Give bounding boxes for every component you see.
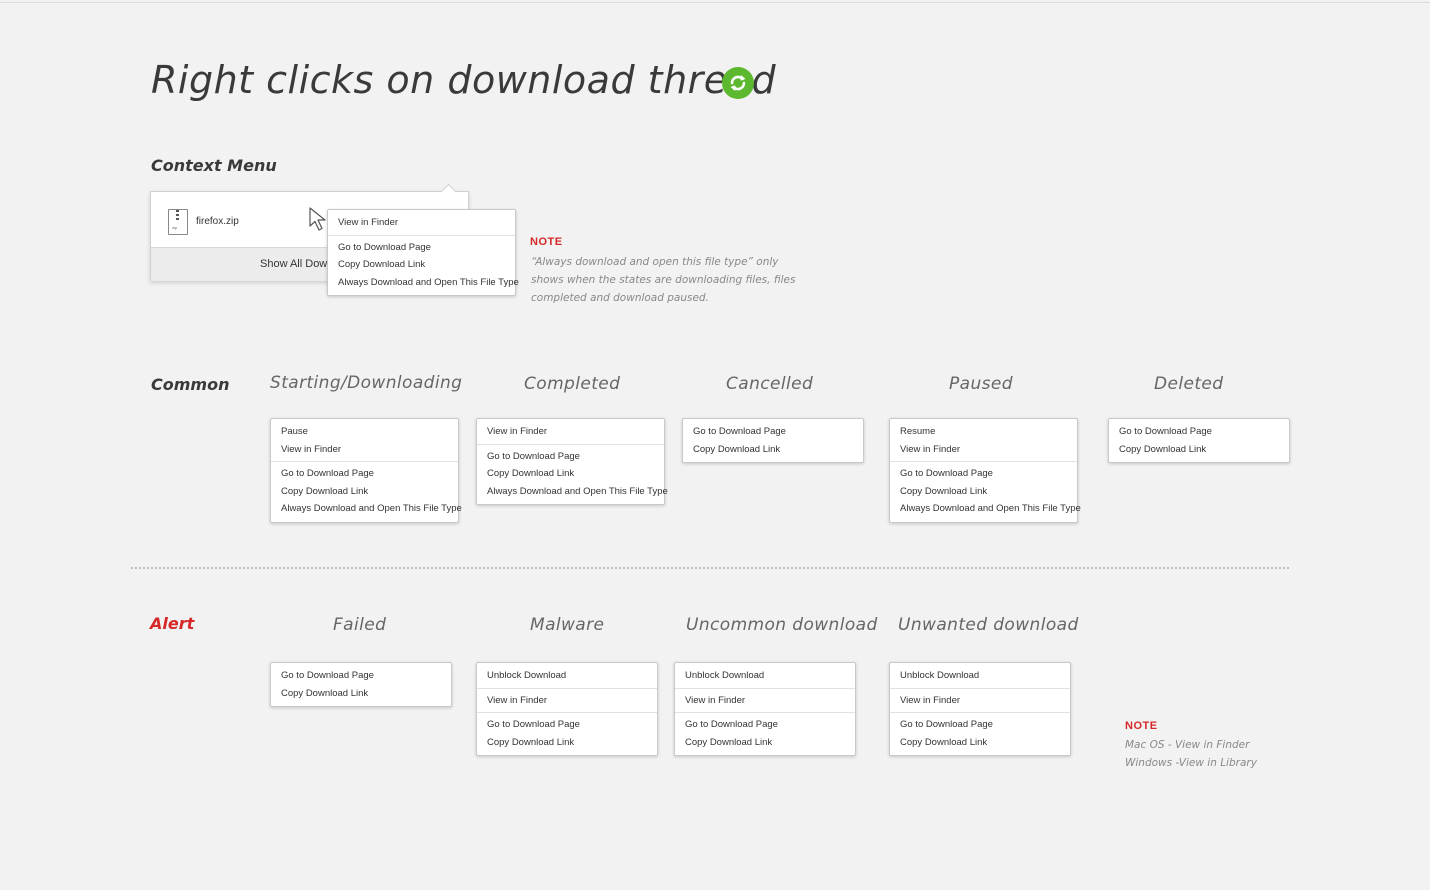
menu-item-view-in-finder[interactable]: View in Finder: [890, 441, 1077, 459]
column-heading-unwanted: Unwanted download: [898, 615, 1079, 635]
menu-item-pause[interactable]: Pause: [271, 423, 458, 441]
menu-malware: Unblock Download View in Finder Go to Down…: [476, 662, 658, 756]
panel-arrow: [440, 183, 457, 200]
note-line: Mac OS - View in Finder: [1125, 739, 1250, 751]
menu-item-view-in-finder[interactable]: View in Finder: [675, 692, 855, 710]
menu-item-go-to-download-page[interactable]: Go to Download Page: [1109, 423, 1289, 441]
menu-separator: [675, 712, 855, 713]
note-line: “Always download and open this file type…: [531, 256, 779, 268]
menu-separator: [890, 712, 1070, 713]
column-heading-cancelled: Cancelled: [726, 374, 814, 394]
menu-item-view-in-finder[interactable]: View in Finder: [271, 441, 458, 459]
menu-separator: [477, 687, 657, 689]
menu-item-unblock-download[interactable]: Unblock Download: [477, 667, 657, 685]
menu-item-copy-download-link[interactable]: Copy Download Link: [683, 441, 863, 459]
note-line: shows when the states are downloading fi…: [531, 274, 796, 286]
sync-refresh-icon: [722, 67, 754, 99]
menu-item-copy-download-link[interactable]: Copy Download Link: [1109, 441, 1289, 459]
show-all-downloads-button[interactable]: Show All Dow: [260, 258, 327, 270]
menu-item-copy-download-link[interactable]: Copy Download Link: [890, 483, 1077, 501]
menu-item-go-to-download-page[interactable]: Go to Download Page: [683, 423, 863, 441]
menu-item-copy-download-link[interactable]: Copy Download Link: [675, 734, 855, 752]
section-divider: [131, 567, 1289, 569]
note-line: completed and download paused.: [531, 292, 709, 304]
page-title: Right clicks on download thread: [151, 58, 777, 102]
column-heading-malware: Malware: [530, 615, 605, 635]
column-heading-paused: Paused: [949, 374, 1013, 394]
menu-item-go-to-download-page[interactable]: Go to Download Page: [477, 448, 664, 466]
menu-paused: Resume View in Finder Go to Download Page C…: [889, 418, 1081, 523]
menu-item-always-download-and-open-this-file-type[interactable]: Always Download and Open This File Type: [477, 483, 668, 501]
top-divider: [0, 2, 1430, 3]
context-menu-heading: Context Menu: [151, 156, 277, 175]
menu-item-go-to-download-page[interactable]: Go to Download Page: [271, 465, 458, 483]
menu-failed: Go to Download Page Copy Download Link: [270, 662, 452, 707]
menu-item-copy-download-link[interactable]: Copy Download Link: [328, 256, 515, 274]
column-heading-completed: Completed: [524, 374, 621, 394]
menu-item-view-in-finder[interactable]: View in Finder: [477, 692, 657, 710]
menu-item-go-to-download-page[interactable]: Go to Download Page: [890, 716, 1070, 734]
menu-item-always-download-and-open-this-file-type[interactable]: Always Download and Open This File Type: [271, 500, 462, 518]
menu-item-copy-download-link[interactable]: Copy Download Link: [890, 734, 1070, 752]
menu-item-unblock-download[interactable]: Unblock Download: [675, 667, 855, 685]
column-heading-deleted: Deleted: [1154, 374, 1224, 394]
menu-item-copy-download-link[interactable]: Copy Download Link: [271, 483, 458, 501]
zip-file-icon: [168, 209, 188, 235]
menu-separator: [328, 234, 515, 236]
menu-separator: [675, 687, 855, 689]
menu-item-copy-download-link[interactable]: Copy Download Link: [477, 465, 664, 483]
menu-separator: [477, 443, 664, 445]
alert-section-label: Alert: [150, 614, 195, 633]
column-heading-uncommon: Uncommon download: [686, 615, 878, 635]
alert-note-text: Mac OS - View in Finder Windows -View in…: [1125, 736, 1257, 772]
menu-separator: [890, 461, 1077, 462]
download-context-menu: View in Finder Go to Download Page Copy Do…: [327, 209, 519, 296]
note-text: “Always download and open this file type…: [531, 253, 795, 307]
download-file-name[interactable]: firefox.zip: [196, 216, 239, 227]
menu-item-go-to-download-page[interactable]: Go to Download Page: [328, 239, 515, 257]
note-line: Windows -View in Library: [1125, 757, 1257, 769]
menu-item-copy-download-link[interactable]: Copy Download Link: [477, 734, 657, 752]
menu-item-go-to-download-page[interactable]: Go to Download Page: [271, 667, 451, 685]
menu-item-view-in-finder[interactable]: View in Finder: [890, 692, 1070, 710]
menu-item-copy-download-link[interactable]: Copy Download Link: [271, 685, 451, 703]
menu-uncommon-download: Unblock Download View in Finder Go to Down…: [674, 662, 856, 756]
menu-item-always-download-and-open-this-file-type[interactable]: Always Download and Open This File Type: [890, 500, 1081, 518]
menu-item-view-in-finder[interactable]: View in Finder: [328, 214, 515, 232]
menu-cancelled: Go to Download Page Copy Download Link: [682, 418, 864, 463]
menu-item-go-to-download-page[interactable]: Go to Download Page: [477, 716, 657, 734]
menu-item-go-to-download-page[interactable]: Go to Download Page: [890, 465, 1077, 483]
menu-completed: View in Finder Go to Download Page Copy Do…: [476, 418, 668, 505]
menu-item-go-to-download-page[interactable]: Go to Download Page: [675, 716, 855, 734]
menu-starting-downloading: Pause View in Finder Go to Download Page Co…: [270, 418, 462, 523]
note-title: NOTE: [530, 236, 563, 248]
menu-item-always-download-and-open-this-file-type[interactable]: Always Download and Open This File Type: [328, 274, 519, 292]
menu-item-resume[interactable]: Resume: [890, 423, 1077, 441]
common-section-label: Common: [151, 375, 230, 394]
menu-item-view-in-finder[interactable]: View in Finder: [477, 423, 664, 441]
alert-note-title: NOTE: [1125, 720, 1158, 732]
menu-item-unblock-download[interactable]: Unblock Download: [890, 667, 1070, 685]
column-heading-starting: Starting/Downloading: [270, 373, 463, 393]
menu-separator: [271, 461, 458, 462]
menu-deleted: Go to Download Page Copy Download Link: [1108, 418, 1290, 463]
column-heading-failed: Failed: [333, 615, 387, 635]
menu-separator: [477, 712, 657, 713]
menu-separator: [890, 687, 1070, 689]
menu-unwanted-download: Unblock Download View in Finder Go to Down…: [889, 662, 1071, 756]
